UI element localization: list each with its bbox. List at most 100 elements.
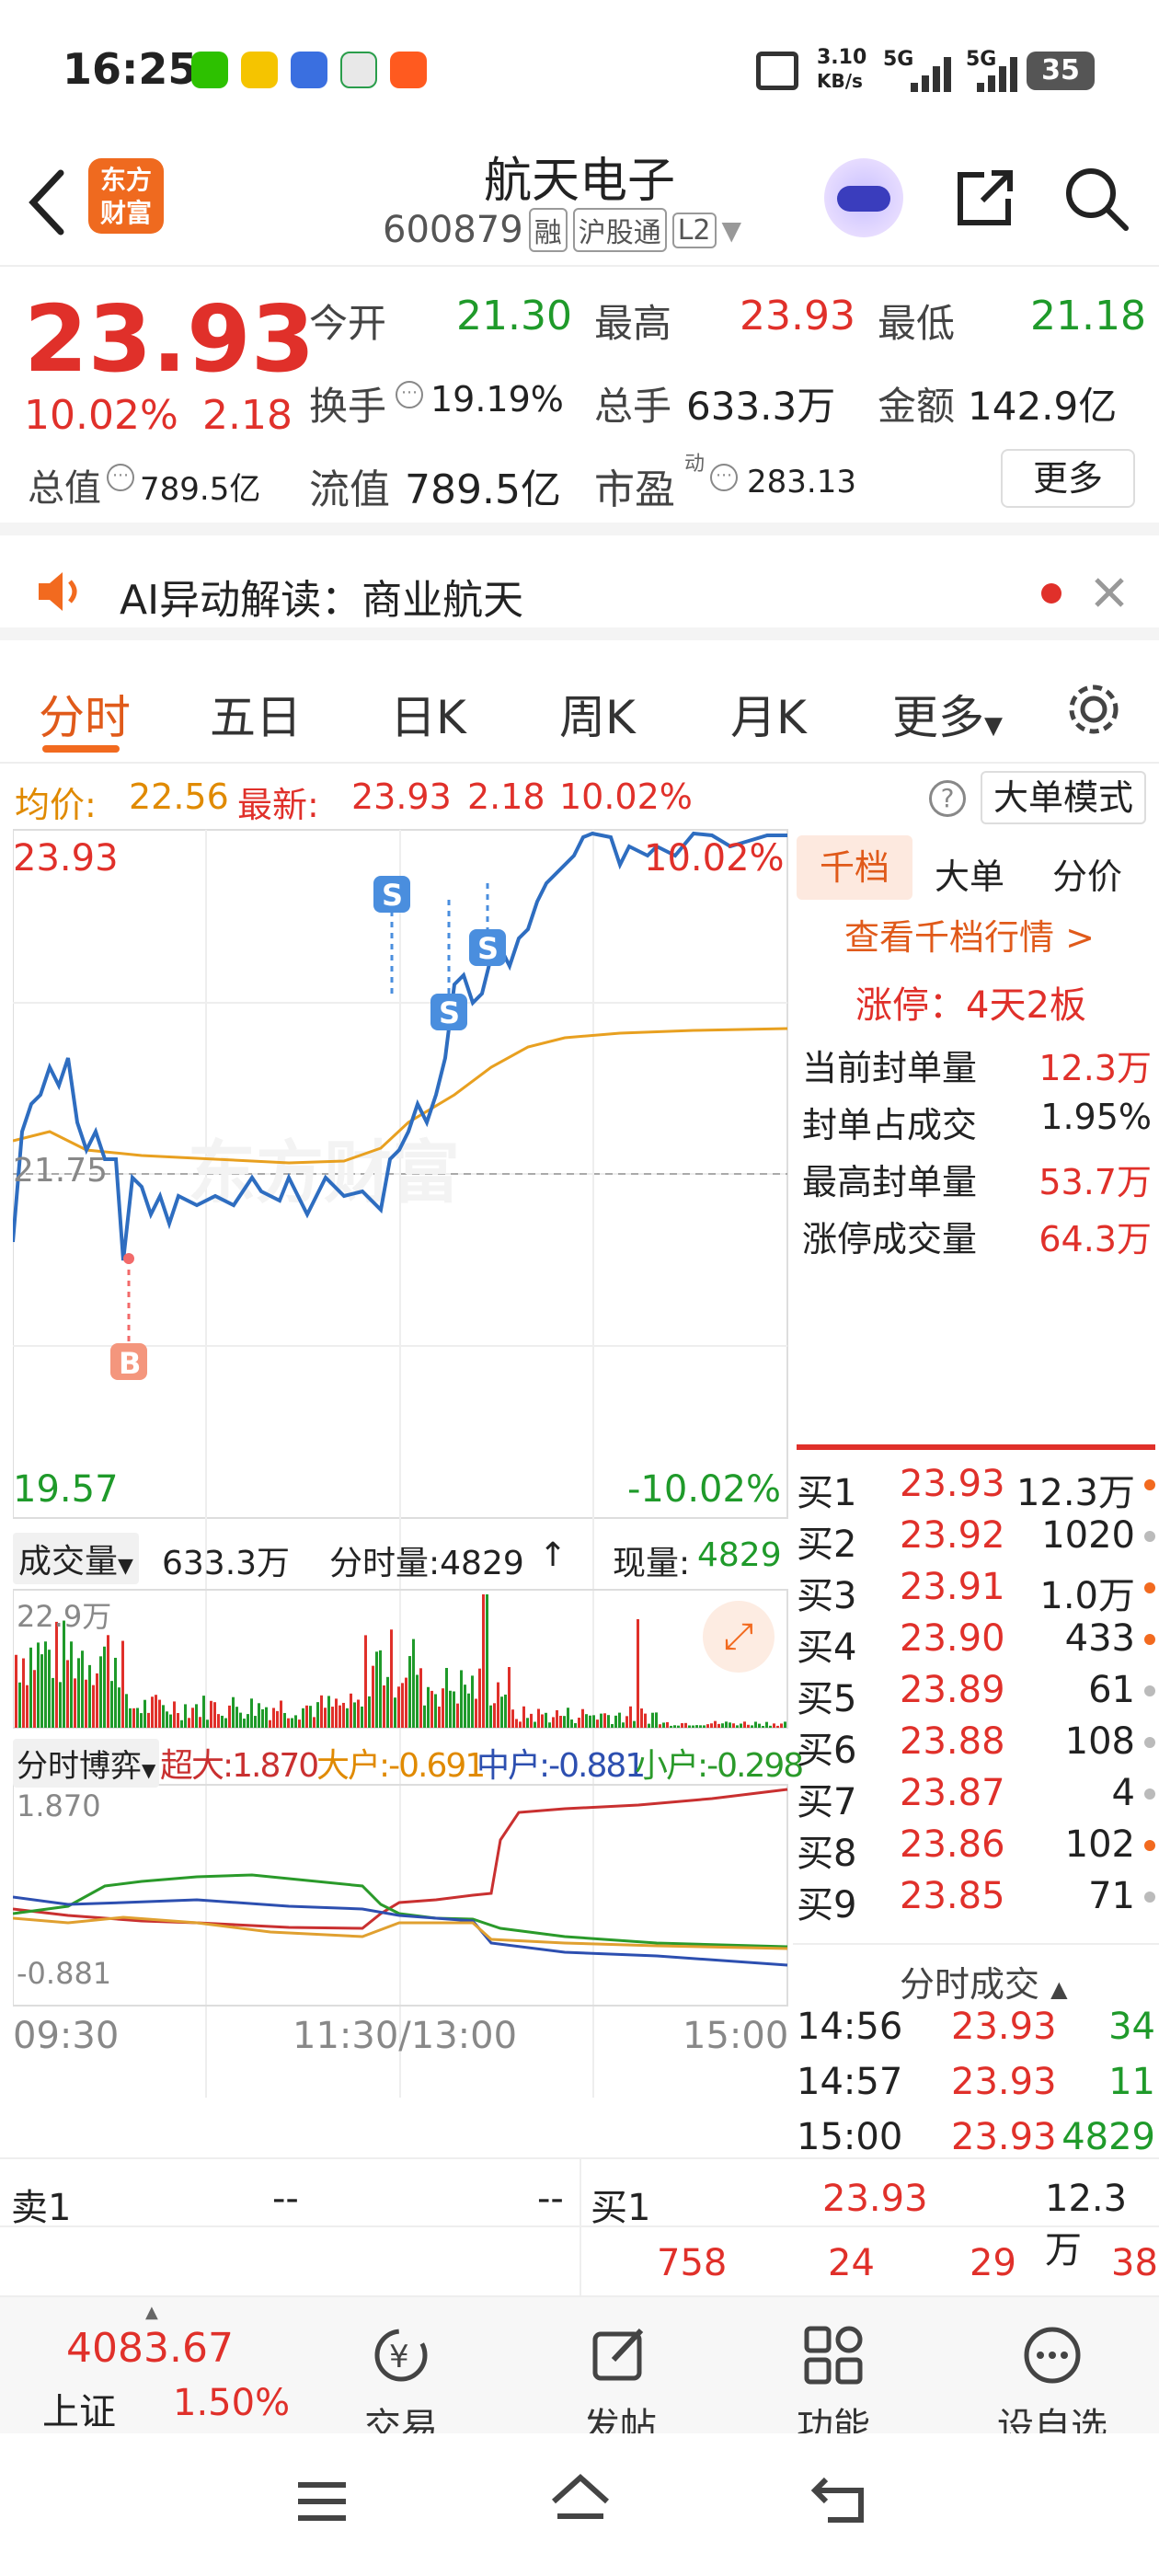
float-value: 789.5亿 — [405, 466, 561, 513]
volume-bar — [107, 1635, 109, 1728]
signal-icon-2 — [977, 57, 1017, 92]
volume-bar — [213, 1702, 216, 1728]
tab-monthly-k[interactable]: 月K — [730, 681, 807, 747]
order-dot — [1144, 1634, 1155, 1645]
tick-price: 23.93 — [951, 2116, 1057, 2158]
function-button[interactable]: 功能 — [760, 2323, 907, 2450]
volume-bar — [397, 1686, 400, 1728]
count-1: 758 — [657, 2242, 728, 2284]
order-book-row[interactable]: 买8 23.86 102 — [797, 1823, 1159, 1875]
order-book-row[interactable]: 买4 23.90 433 — [797, 1617, 1159, 1669]
volume-bar — [287, 1718, 290, 1728]
volume-bar — [202, 1696, 205, 1728]
tab-intraday[interactable]: 分时 — [39, 681, 131, 747]
tab-active-indicator — [42, 745, 120, 753]
robot-assistant-icon[interactable] — [824, 158, 903, 237]
back-nav-icon[interactable] — [809, 2470, 870, 2531]
order-volume: 1.0万 — [1039, 1575, 1135, 1617]
volume-bar — [81, 1650, 84, 1728]
buy-marker-label: B — [119, 1346, 141, 1381]
view-thousand-link[interactable]: 查看千档行情 > — [844, 909, 1095, 960]
volume-total: 633.3万 — [162, 1545, 291, 1582]
volume-bar — [206, 1719, 209, 1728]
order-book-row[interactable]: 买3 23.91 1.0万 — [797, 1566, 1159, 1617]
menu-icon[interactable] — [294, 2474, 350, 2529]
volume-bar — [280, 1700, 282, 1728]
tab-price-distribution[interactable]: 分价 — [1052, 848, 1122, 899]
tab-five-day[interactable]: 五日 — [210, 681, 302, 747]
big-order-mode-button[interactable]: 大单模式 — [981, 771, 1147, 824]
tab-daily-k[interactable]: 日K — [390, 681, 466, 747]
tab-more[interactable]: 更多▼ — [892, 681, 1003, 747]
info-icon[interactable]: ⋯ — [107, 464, 134, 491]
volume-bar — [776, 1725, 779, 1728]
game-dropdown[interactable]: 分时博弈▼ — [13, 1739, 160, 1788]
order-book-row[interactable]: 买2 23.92 1020 — [797, 1514, 1159, 1566]
time-start: 09:30 — [13, 2015, 120, 2057]
volume-bar — [710, 1723, 713, 1728]
order-level: 买7 — [797, 1781, 857, 1823]
badge-margin: 融 — [528, 208, 568, 252]
volume-bar — [228, 1705, 231, 1728]
super-flow: 超大:1.870 — [160, 1747, 319, 1785]
volume-bar — [688, 1725, 691, 1728]
volume-bar — [416, 1674, 419, 1728]
volume-bar — [125, 1694, 128, 1728]
volume-bar — [769, 1725, 772, 1728]
share-icon[interactable] — [947, 162, 1021, 236]
order-level: 买5 — [797, 1678, 857, 1720]
tick-volume: 4829 — [1061, 2116, 1155, 2158]
index-ticker[interactable]: ▲ 4083.67 上证 1.50% — [37, 2303, 294, 2433]
tab-thousand-level[interactable]: 千档 — [797, 835, 912, 900]
volume-bar — [585, 1714, 588, 1728]
volume-bar — [655, 1712, 658, 1728]
add-watchlist-button[interactable]: 设自选 — [979, 2323, 1126, 2450]
order-book-row[interactable]: 买6 23.88 108 — [797, 1720, 1159, 1772]
tick-time: 14:56 — [797, 2006, 903, 2048]
last-percent: 10.02% — [559, 776, 693, 817]
close-icon[interactable] — [1091, 574, 1128, 611]
grid-icon — [804, 2326, 863, 2385]
volume-bar — [515, 1719, 518, 1728]
order-level: 买4 — [797, 1627, 857, 1669]
volume-bar — [121, 1640, 124, 1728]
tick-row: 14:57 23.93 11 — [797, 2061, 1159, 2112]
volume-bar — [232, 1696, 235, 1728]
expand-icon[interactable]: ⤢ — [703, 1601, 775, 1673]
order-book-row[interactable]: 买5 23.89 61 — [797, 1669, 1159, 1720]
volume-bar — [129, 1708, 132, 1728]
ticks-header[interactable]: 分时成交 ▲ — [900, 1956, 1068, 2007]
volume-bar — [265, 1707, 268, 1728]
volume-bar — [681, 1723, 683, 1728]
stock-code-row[interactable]: 600879 融 沪股通 L2 ▼ — [383, 208, 741, 252]
home-icon[interactable] — [548, 2470, 613, 2531]
help-icon[interactable]: ? — [929, 780, 966, 817]
volume-bar — [464, 1685, 466, 1728]
order-book-row[interactable]: 买9 23.85 71 — [797, 1875, 1159, 1926]
settings-icon[interactable] — [1063, 679, 1124, 740]
order-book-row[interactable]: 买7 23.87 4 — [797, 1772, 1159, 1823]
info-icon[interactable]: ⋯ — [710, 464, 738, 491]
search-icon[interactable] — [1060, 162, 1133, 236]
volume-bar — [15, 1654, 17, 1728]
volume-bar — [103, 1646, 106, 1728]
tab-weekly-k[interactable]: 周K — [559, 681, 636, 747]
volume-bar — [607, 1715, 610, 1728]
info-icon[interactable]: ⋯ — [396, 381, 423, 408]
post-button[interactable]: 发帖 — [546, 2323, 694, 2450]
volume-bar — [188, 1718, 190, 1728]
order-level: 买6 — [797, 1730, 857, 1772]
volume-bar — [408, 1656, 411, 1728]
more-button[interactable]: 更多 — [1001, 449, 1135, 508]
trade-button[interactable]: ¥ 交易 — [327, 2323, 475, 2450]
volume-dropdown[interactable]: 成交量▼ — [13, 1533, 139, 1584]
ai-insight-bar[interactable]: AI异动解读：商业航天 — [0, 548, 1159, 640]
volume-bar — [140, 1713, 143, 1728]
small-flow: 小户:-0.298 — [635, 1747, 804, 1785]
order-price: 23.89 — [900, 1669, 1005, 1711]
tab-big-order[interactable]: 大单 — [935, 848, 1004, 899]
order-book-row[interactable]: 买1 23.93 12.3万 — [797, 1463, 1159, 1514]
baidu-icon — [291, 52, 327, 88]
volume-bar — [706, 1724, 709, 1728]
volume-bar — [269, 1719, 271, 1728]
